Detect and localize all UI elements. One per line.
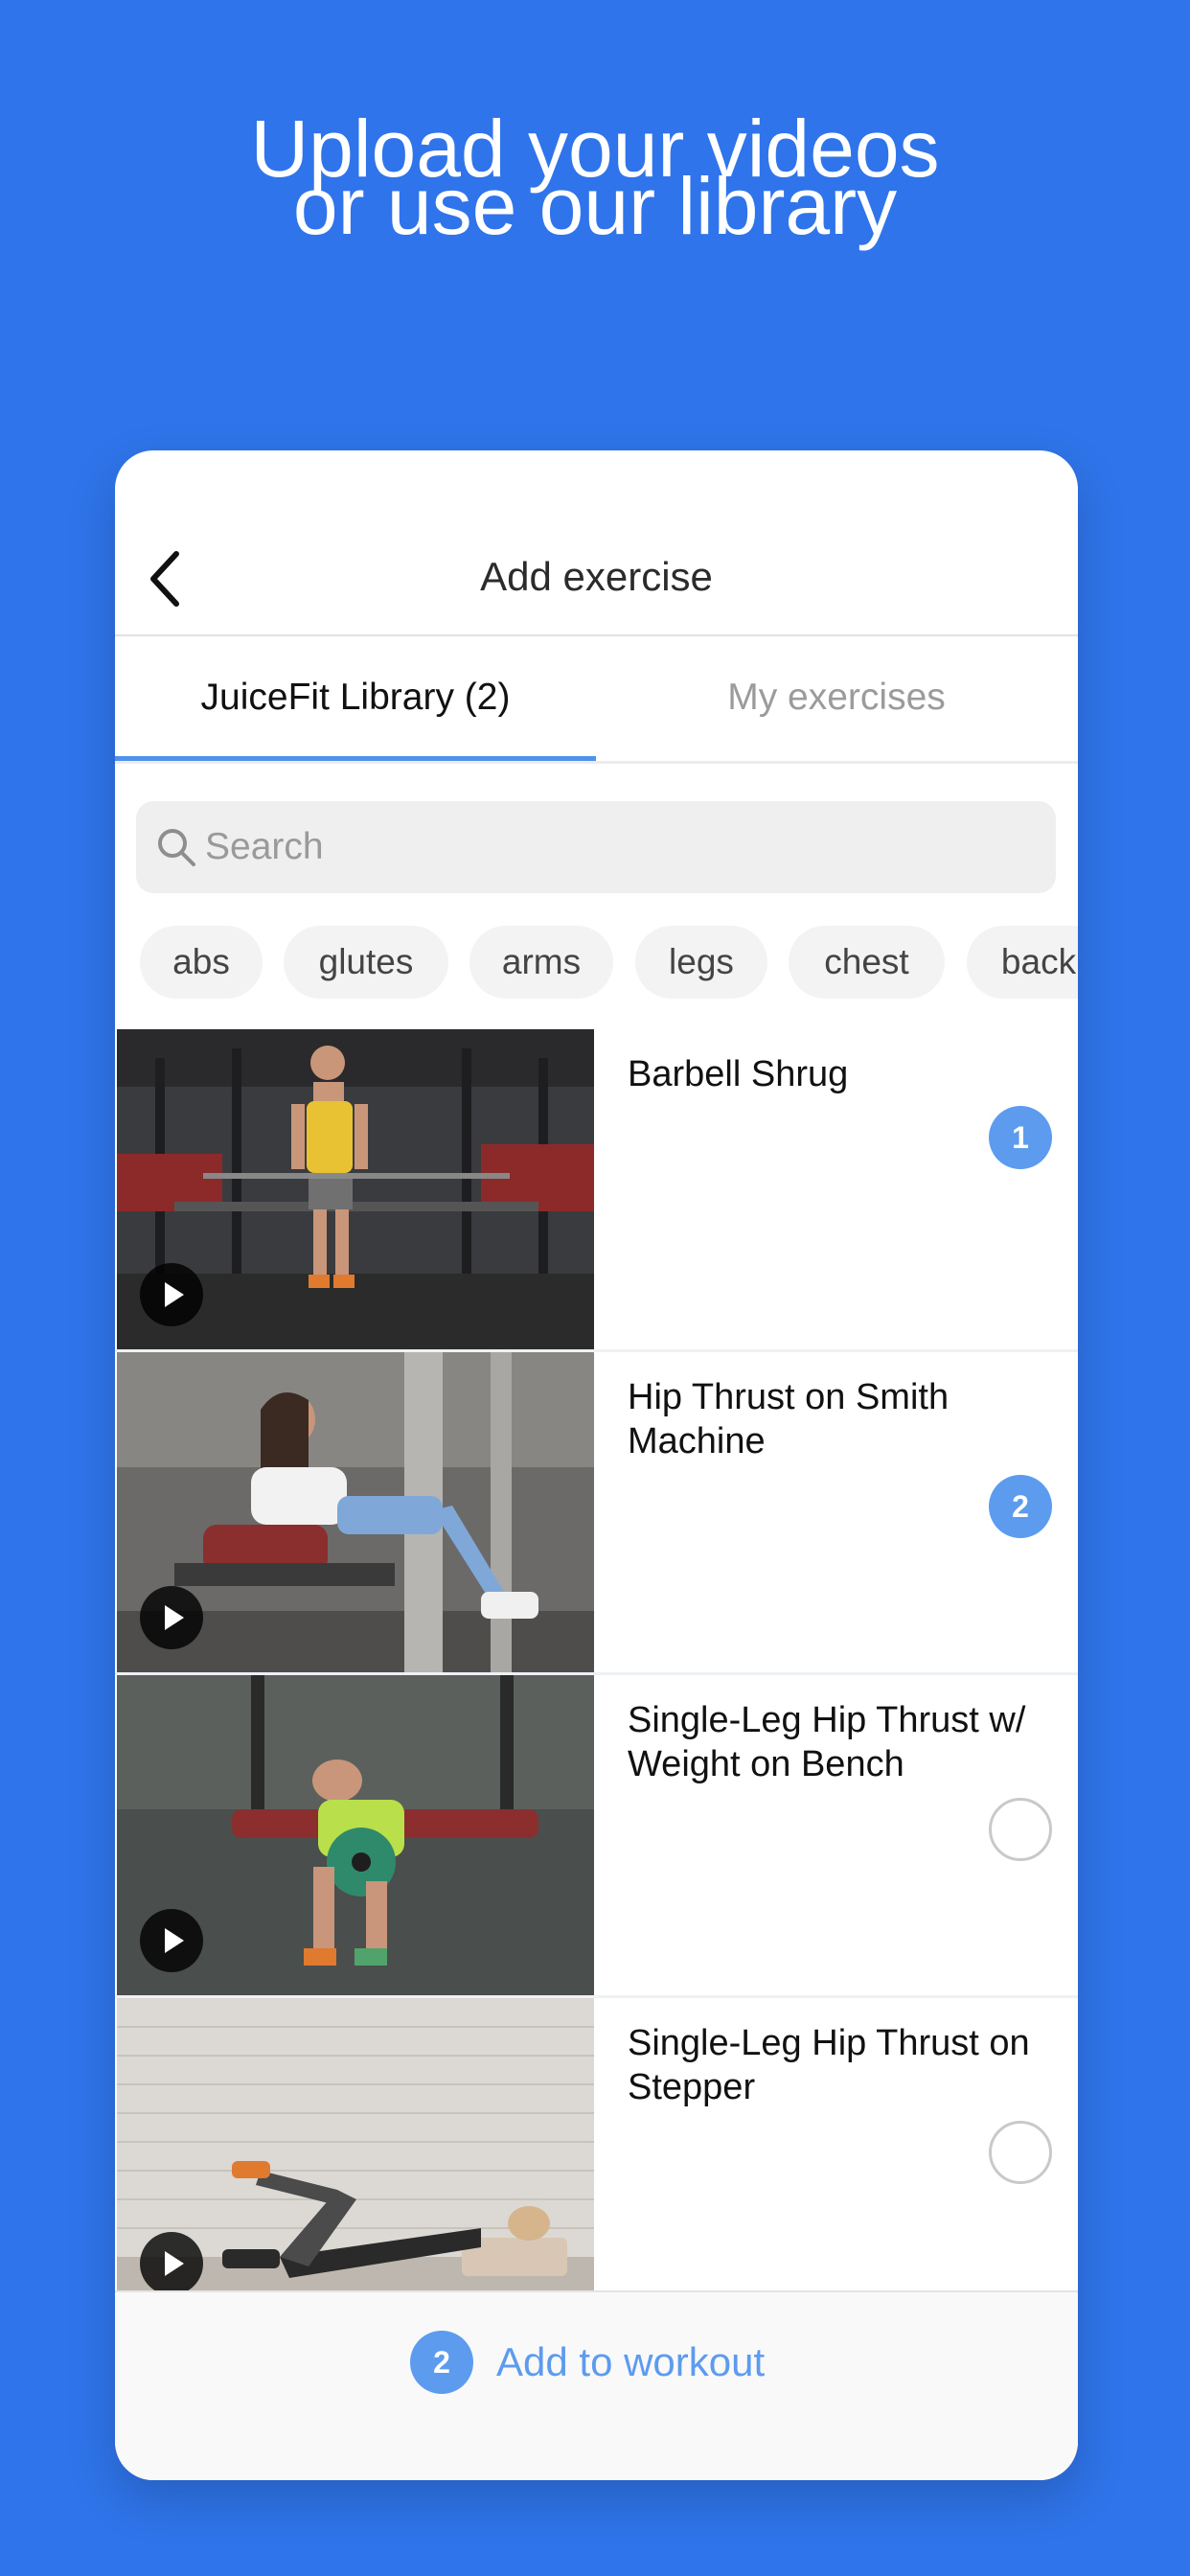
chip-glutes[interactable]: glutes xyxy=(284,926,448,999)
selection-badge[interactable]: 1 xyxy=(989,1106,1052,1169)
exercise-row[interactable]: Single-Leg Hip Thrust on Stepper xyxy=(115,1998,1078,2290)
exercise-row[interactable]: Hip Thrust on Smith Machine 2 xyxy=(115,1352,1078,1675)
chip-back[interactable]: back xyxy=(967,926,1078,999)
exercise-title: Single-Leg Hip Thrust w/ Weight on Bench xyxy=(628,1700,1026,1784)
chip-legs[interactable]: legs xyxy=(635,926,767,999)
chip-chest[interactable]: chest xyxy=(789,926,945,999)
chip-arms[interactable]: arms xyxy=(469,926,613,999)
exercise-video-thumbnail[interactable] xyxy=(117,1352,594,1672)
exercise-list: Barbell Shrug 1 Hip Thrust on Smith Mach… xyxy=(115,1029,1078,2290)
footer-bar: 2 Add to workout xyxy=(115,2290,1078,2480)
category-chips: abs glutes arms legs chest back xyxy=(140,926,1078,999)
exercise-video-thumbnail[interactable] xyxy=(117,1675,594,1995)
play-icon[interactable] xyxy=(140,1909,203,1972)
play-icon[interactable] xyxy=(140,1586,203,1649)
phone-card: Add exercise JuiceFit Library (2) My exe… xyxy=(115,450,1078,2480)
search-icon xyxy=(158,829,195,866)
selection-badge[interactable]: 2 xyxy=(989,1475,1052,1538)
exercise-title: Single-Leg Hip Thrust on Stepper xyxy=(628,2023,1030,2107)
selected-count-badge: 2 xyxy=(410,2331,473,2394)
chip-abs[interactable]: abs xyxy=(140,926,263,999)
search-bar xyxy=(136,801,1056,893)
tab-my-exercises[interactable]: My exercises xyxy=(596,636,1077,759)
selection-circle-empty[interactable] xyxy=(989,1798,1052,1861)
navbar: Add exercise xyxy=(115,450,1078,636)
search-input[interactable] xyxy=(205,801,1029,893)
tab-juicefit-library[interactable]: JuiceFit Library (2) xyxy=(115,636,596,761)
add-to-workout-label: Add to workout xyxy=(496,2339,766,2384)
headline-line-2: or use our library xyxy=(292,161,898,251)
add-to-workout-button[interactable]: 2 Add to workout xyxy=(115,2331,1078,2398)
play-icon[interactable] xyxy=(140,2232,203,2290)
play-icon[interactable] xyxy=(140,1263,203,1326)
page-title: Add exercise xyxy=(480,554,713,599)
exercise-title: Hip Thrust on Smith Machine xyxy=(628,1377,950,1461)
selection-circle-empty[interactable] xyxy=(989,2121,1052,2184)
exercise-title: Barbell Shrug xyxy=(628,1054,849,1094)
tab-bar: JuiceFit Library (2) My exercises xyxy=(115,636,1078,764)
exercise-video-thumbnail[interactable] xyxy=(117,1029,594,1349)
exercise-row[interactable]: Single-Leg Hip Thrust w/ Weight on Bench xyxy=(115,1675,1078,1998)
exercise-video-thumbnail[interactable] xyxy=(117,1998,594,2290)
exercise-row[interactable]: Barbell Shrug 1 xyxy=(115,1029,1078,1352)
